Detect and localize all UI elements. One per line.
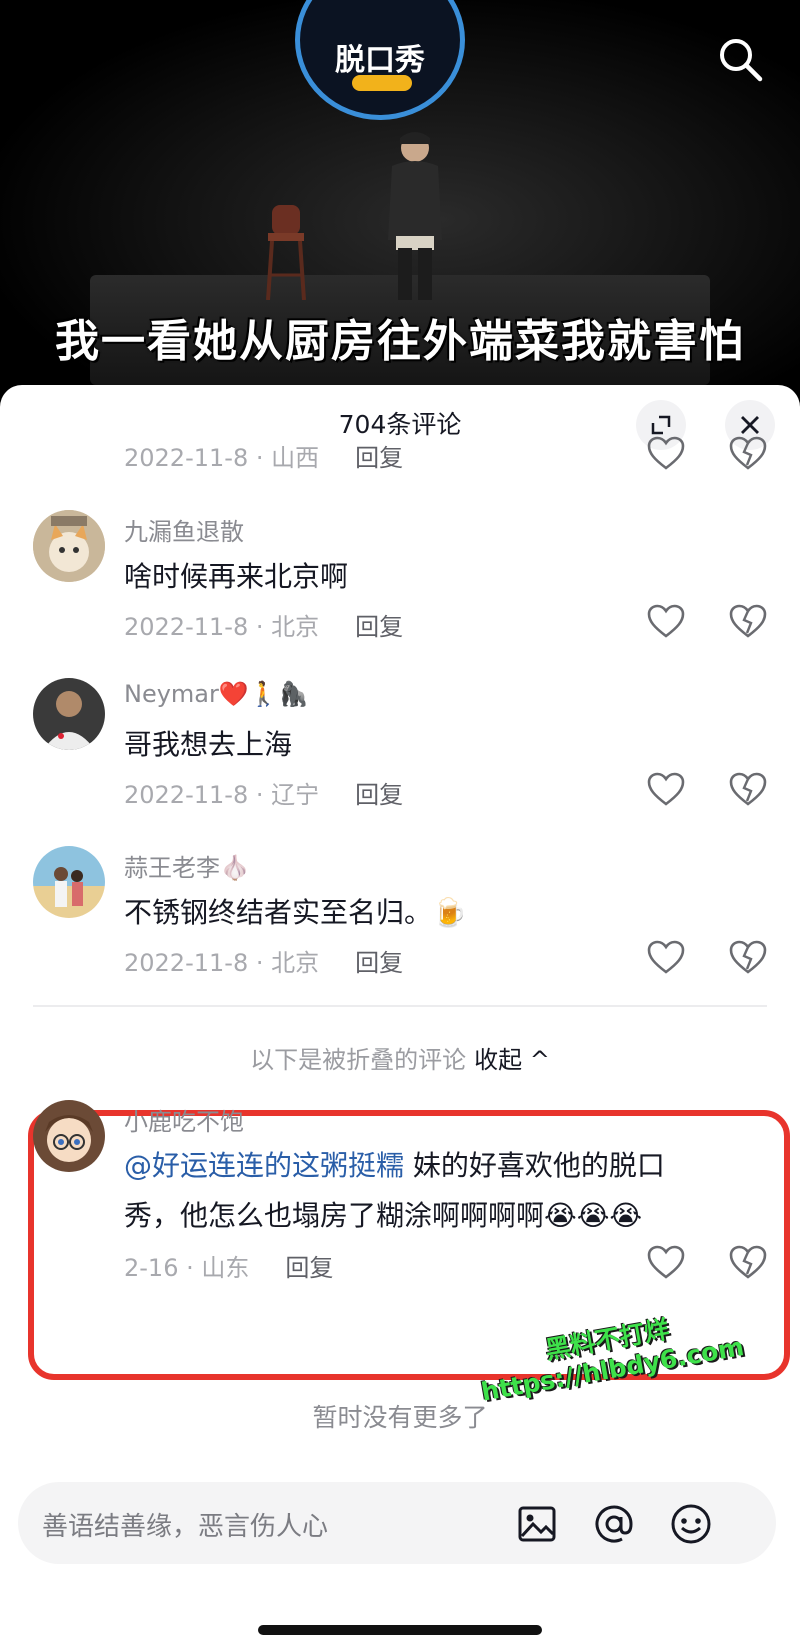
avatar[interactable] bbox=[33, 678, 105, 750]
show-logo: 脱口秀 bbox=[295, 0, 465, 120]
comment-date-location: 2022-11-8 · 辽宁 bbox=[124, 781, 320, 809]
comment-date-location: 2-16 · 山东 bbox=[124, 1254, 250, 1282]
expand-icon bbox=[651, 415, 671, 435]
emoji-icon[interactable] bbox=[669, 1502, 713, 1546]
no-more-comments: 暂时没有更多了 bbox=[312, 1403, 488, 1432]
comment-text: 不锈钢终结者实至名归。🍺 bbox=[124, 896, 467, 929]
performer bbox=[388, 132, 442, 300]
broken-heart-icon[interactable] bbox=[728, 435, 768, 471]
comment-input-placeholder: 善语结善缘，恶言伤人心 bbox=[42, 1512, 329, 1542]
person-avatar-image bbox=[33, 678, 105, 750]
comment-text-line1: @好运连连的这粥挺糯 妹的好喜欢他的脱口 bbox=[124, 1144, 665, 1184]
comment-text-part: 妹的好喜欢他的脱口 bbox=[404, 1149, 665, 1182]
search-icon[interactable] bbox=[715, 34, 765, 84]
folded-comments-label: 以下是被折叠的评论 bbox=[250, 1046, 467, 1074]
avatar[interactable] bbox=[33, 510, 105, 582]
heart-icon[interactable] bbox=[646, 771, 686, 807]
heart-icon[interactable] bbox=[646, 1244, 686, 1280]
collapse-button[interactable]: 收起 ^ bbox=[474, 1046, 550, 1074]
comment-item: Neymar❤️🚶🦍 哥我想去上海 2022-11-8 · 辽宁 回复 bbox=[0, 678, 800, 848]
reply-button[interactable]: 回复 bbox=[355, 949, 403, 977]
divider bbox=[33, 1005, 767, 1007]
comment-item: 九漏鱼退散 啥时候再来北京啊 2022-11-8 · 北京 回复 bbox=[0, 510, 800, 680]
user-mention-link[interactable]: @好运连连的这粥挺糯 bbox=[124, 1149, 404, 1182]
comment-username[interactable]: 小鹿吃不饱 bbox=[124, 1102, 244, 1137]
image-icon[interactable] bbox=[515, 1502, 559, 1546]
comment-text: 哥我想去上海 bbox=[124, 728, 293, 761]
comment-input[interactable]: 善语结善缘，恶言伤人心 bbox=[18, 1482, 776, 1564]
heart-icon[interactable] bbox=[646, 603, 686, 639]
comment-username[interactable]: Neymar❤️🚶🦍 bbox=[124, 680, 309, 708]
close-icon bbox=[741, 416, 759, 434]
comment-item: 2022-11-8 · 山西 回复 bbox=[0, 435, 800, 475]
heart-icon[interactable] bbox=[646, 939, 686, 975]
logo-text: 脱口秀 bbox=[335, 43, 425, 78]
comment-username[interactable]: 九漏鱼退散 bbox=[124, 512, 244, 547]
comment-date-location: 2022-11-8 · 山西 bbox=[124, 444, 320, 472]
comment-text: 啥时候再来北京啊 bbox=[124, 560, 349, 593]
broken-heart-icon[interactable] bbox=[728, 1244, 768, 1280]
stool bbox=[266, 205, 306, 300]
comment-username[interactable]: 蒜王老李🧄 bbox=[124, 848, 250, 883]
comment-sheet: 704条评论 2022-11-8 · 山西 回复 九漏鱼退散 啥时候再来北京啊 … bbox=[0, 385, 800, 1651]
avatar[interactable] bbox=[33, 846, 105, 918]
comment-text-line2: 秀，他怎么也塌房了糊涂啊啊啊啊😭😭😭 bbox=[124, 1199, 643, 1232]
comment-date-location: 2022-11-8 · 北京 bbox=[124, 613, 320, 641]
home-indicator[interactable] bbox=[258, 1625, 542, 1635]
avatar[interactable] bbox=[33, 1100, 105, 1172]
broken-heart-icon[interactable] bbox=[728, 603, 768, 639]
anime-avatar-image bbox=[33, 1100, 105, 1172]
video-player[interactable]: 脱口秀 我一看她从厨房往外端菜我就害怕 bbox=[0, 0, 800, 400]
logo-bar bbox=[352, 75, 412, 91]
couple-avatar-image bbox=[33, 846, 105, 918]
folded-comments-notice: 以下是被折叠的评论 收起 ^ bbox=[0, 1040, 800, 1075]
broken-heart-icon[interactable] bbox=[728, 771, 768, 807]
comment-item: 蒜王老李🧄 不锈钢终结者实至名归。🍺 2022-11-8 · 北京 回复 bbox=[0, 846, 800, 1016]
reply-button[interactable]: 回复 bbox=[285, 1254, 333, 1282]
comment-date-location: 2022-11-8 · 北京 bbox=[124, 949, 320, 977]
video-subtitle: 我一看她从厨房往外端菜我就害怕 bbox=[55, 316, 745, 367]
reply-button[interactable]: 回复 bbox=[355, 444, 403, 472]
reply-button[interactable]: 回复 bbox=[355, 613, 403, 641]
reply-button[interactable]: 回复 bbox=[355, 781, 403, 809]
heart-icon[interactable] bbox=[646, 435, 686, 471]
cat-avatar-image bbox=[33, 510, 105, 582]
at-mention-icon[interactable] bbox=[592, 1502, 636, 1546]
broken-heart-icon[interactable] bbox=[728, 939, 768, 975]
folded-comment-item: 小鹿吃不饱 @好运连连的这粥挺糯 妹的好喜欢他的脱口 秀，他怎么也塌房了糊涂啊啊… bbox=[0, 1100, 800, 1300]
